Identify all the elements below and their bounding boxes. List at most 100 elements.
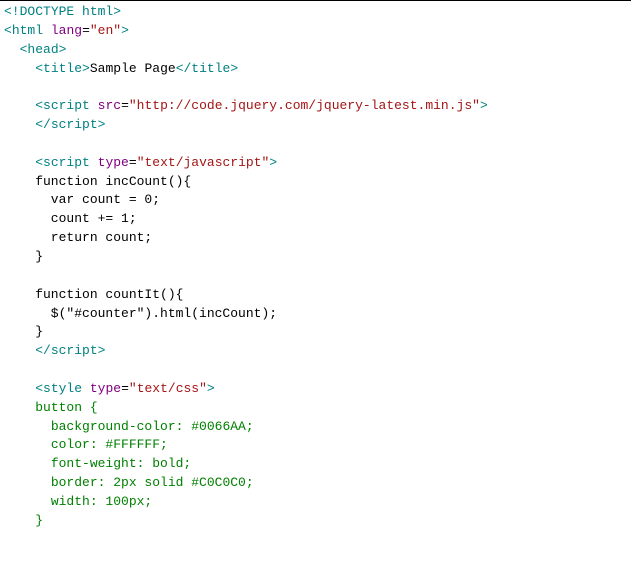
code-token: < [35,61,43,76]
code-token [82,381,90,396]
code-line: border: 2px solid #C0C0C0; [4,475,254,490]
code-token: title [191,61,230,76]
code-token: = [82,23,90,38]
code-line: var count = 0; [4,192,160,207]
code-token: } [4,249,43,264]
code-line: count += 1; [4,211,137,226]
code-token [4,437,51,452]
code-line: <style type="text/css"> [4,381,215,396]
code-token: > [98,117,106,132]
code-token: border: 2px solid #C0C0C0; [51,475,254,490]
code-token: title [43,61,82,76]
code-token [4,61,35,76]
code-token [4,42,20,57]
code-token: head [27,42,58,57]
code-token: > [480,98,488,113]
code-line: </script> [4,343,105,358]
code-token [43,23,51,38]
code-line: color: #FFFFFF; [4,437,168,452]
code-token: type [90,381,121,396]
code-token [4,343,35,358]
code-token: font-weight: bold; [51,456,191,471]
code-line: <title>Sample Page</title> [4,61,238,76]
code-line: background-color: #0066AA; [4,419,254,434]
code-token [4,117,35,132]
code-token [4,513,35,528]
code-token: = [129,155,137,170]
code-token: style [43,381,82,396]
code-line: function countIt(){ [4,287,183,302]
code-token: "en" [90,23,121,38]
code-token: var count = 0; [4,192,160,207]
code-token [4,494,51,509]
code-token [90,155,98,170]
code-line: width: 100px; [4,494,152,509]
code-token: color: #FFFFFF; [51,437,168,452]
code-token: width: 100px; [51,494,152,509]
code-token: </ [35,343,51,358]
code-token: src [98,98,121,113]
code-token: > [207,381,215,396]
code-line [4,79,12,94]
code-token: } [35,513,43,528]
code-token: background-color: #0066AA; [51,419,254,434]
code-token: $("#counter").html(incCount); [4,306,277,321]
code-token: = [121,98,129,113]
code-line: <head> [4,42,66,57]
code-token [4,98,35,113]
code-token [4,155,35,170]
code-line: } [4,513,43,528]
code-token: > [230,61,238,76]
code-token: count += 1; [4,211,137,226]
code-token: button { [35,400,97,415]
code-token: script [51,117,98,132]
code-line: } [4,324,43,339]
code-token [4,475,51,490]
code-line [4,362,12,377]
code-token: > [82,61,90,76]
code-token: < [35,98,43,113]
code-token: type [98,155,129,170]
code-token: > [113,4,121,19]
code-token: > [269,155,277,170]
code-token: > [59,42,67,57]
code-token: function countIt(){ [4,287,183,302]
code-token: "text/css" [129,381,207,396]
code-token [4,400,35,415]
code-token: = [121,381,129,396]
code-token: function incCount(){ [4,174,191,189]
code-token [4,456,51,471]
code-token: script [43,155,90,170]
code-token: > [121,23,129,38]
code-token [4,381,35,396]
code-line: $("#counter").html(incCount); [4,306,277,321]
code-token: </ [35,117,51,132]
code-token: "text/javascript" [137,155,270,170]
code-token: html [12,23,43,38]
code-token: lang [51,23,82,38]
code-token: return count; [4,230,152,245]
code-token: DOCTYPE html [20,4,114,19]
code-line: return count; [4,230,152,245]
code-token: "http://code.jquery.com/jquery-latest.mi… [129,98,480,113]
code-line: } [4,249,43,264]
code-line [4,136,12,151]
code-line: button { [4,400,98,415]
code-line: </script> [4,117,105,132]
code-line: <script src="http://code.jquery.com/jque… [4,98,488,113]
code-token: < [4,23,12,38]
code-block: <!DOCTYPE html> <html lang="en"> <head> … [0,3,631,531]
code-token [90,98,98,113]
code-line [4,268,12,283]
code-token: > [98,343,106,358]
code-listing: <!DOCTYPE html> <html lang="en"> <head> … [0,0,631,531]
code-token: < [35,381,43,396]
code-token [4,419,51,434]
code-token: < [35,155,43,170]
code-token: </ [176,61,192,76]
code-line: <html lang="en"> [4,23,129,38]
code-token: script [51,343,98,358]
code-token: } [4,324,43,339]
code-token: <! [4,4,20,19]
code-line: function incCount(){ [4,174,191,189]
